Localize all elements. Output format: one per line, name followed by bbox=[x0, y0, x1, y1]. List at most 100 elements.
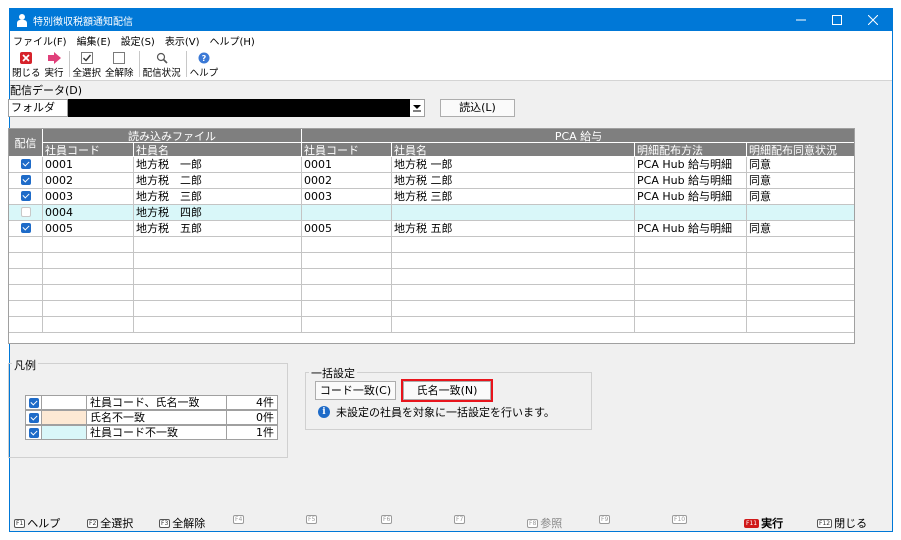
fkey-badge: F11 bbox=[744, 518, 760, 528]
legend-item: 社員コード不一致 1件 bbox=[25, 425, 278, 440]
cell-distribution-method: PCA Hub 給与明細 bbox=[635, 189, 747, 205]
cell-pca-employee-code: 0005 bbox=[302, 221, 392, 237]
close-tool-button[interactable]: 閉じる bbox=[12, 49, 41, 79]
empty-cell bbox=[134, 317, 302, 333]
cell-employee-name: 地方税 四郎 bbox=[134, 205, 302, 221]
bulk-info: i 未設定の社員を対象に一括設定を行います。 bbox=[318, 404, 555, 420]
svg-text:?: ? bbox=[202, 54, 207, 63]
empty-table-row bbox=[9, 301, 854, 317]
maximize-button[interactable] bbox=[820, 9, 854, 31]
checkbox-checked bbox=[28, 427, 39, 438]
name-match-button[interactable]: 氏名一致(N) bbox=[401, 379, 493, 402]
legend-label: 社員コード、氏名一致 bbox=[87, 396, 227, 409]
empty-box-icon bbox=[113, 51, 126, 64]
cell-pca-employee-name: 地方税 一郎 bbox=[392, 157, 635, 173]
empty-cell bbox=[43, 253, 134, 269]
folder-row: フォルダ 読込(L) bbox=[8, 99, 515, 117]
menu-view[interactable]: 表示(V) bbox=[165, 33, 200, 48]
cell-employee-code: 0004 bbox=[43, 205, 134, 221]
legend-label: 氏名不一致 bbox=[87, 411, 227, 424]
header-group-loaded-file: 読み込みファイル bbox=[43, 129, 302, 143]
folder-label: フォルダ bbox=[8, 99, 68, 117]
empty-cell bbox=[43, 269, 134, 285]
menu-help[interactable]: ヘルプ(H) bbox=[210, 33, 255, 48]
toolbar: 閉じる 実行 全選択 全解除 配信状況 ? ヘルプ bbox=[10, 49, 892, 81]
fkey-f2[interactable]: F2 全選択 bbox=[87, 515, 133, 531]
checkbox-checked[interactable] bbox=[20, 223, 31, 233]
run-tool-button[interactable]: 実行 bbox=[45, 49, 64, 79]
empty-cell bbox=[134, 301, 302, 317]
checkbox-checked[interactable] bbox=[20, 175, 31, 185]
fkey-f11[interactable]: F11 実行 bbox=[744, 515, 783, 531]
empty-cell bbox=[134, 285, 302, 301]
run-arrow-icon bbox=[47, 51, 61, 64]
fkey-label: 参照 bbox=[540, 517, 563, 530]
checkbox-checked[interactable] bbox=[20, 191, 31, 201]
empty-cell bbox=[392, 285, 635, 301]
legend-item: 社員コード、氏名一致 4件 bbox=[25, 395, 278, 410]
legend-title: 凡例 bbox=[12, 357, 38, 373]
cell-employee-code: 0005 bbox=[43, 221, 134, 237]
menu-edit[interactable]: 編集(E) bbox=[77, 33, 111, 48]
toolbar-separator bbox=[138, 51, 140, 77]
empty-cell bbox=[635, 285, 747, 301]
fkey-badge: F10 bbox=[672, 515, 688, 524]
help-question-icon: ? bbox=[197, 51, 210, 64]
cell-employee-name: 地方税 三郎 bbox=[134, 189, 302, 205]
minimize-icon bbox=[796, 19, 806, 21]
empty-cell bbox=[134, 269, 302, 285]
cell-distribution-method: PCA Hub 給与明細 bbox=[635, 157, 747, 173]
empty-cell bbox=[43, 237, 134, 253]
fkey-f12[interactable]: F12 閉じる bbox=[817, 515, 867, 531]
fkey-f4: F4 bbox=[233, 515, 246, 524]
help-tool-button[interactable]: ? ヘルプ bbox=[190, 49, 218, 79]
code-match-button[interactable]: コード一致(C) bbox=[315, 381, 396, 400]
cell-deliver-checkbox[interactable] bbox=[9, 173, 43, 189]
empty-cell bbox=[392, 253, 635, 269]
legend-item: 氏名不一致 0件 bbox=[25, 410, 278, 425]
status-tool-label: 配信状況 bbox=[142, 68, 181, 79]
run-tool-label: 実行 bbox=[44, 68, 64, 79]
cell-consent-status: 同意 bbox=[747, 189, 854, 205]
minimize-button[interactable] bbox=[784, 9, 818, 31]
cell-deliver-checkbox[interactable] bbox=[9, 157, 43, 173]
bulk-info-text: 未設定の社員を対象に一括設定を行います。 bbox=[336, 406, 555, 419]
cell-deliver-checkbox[interactable] bbox=[9, 205, 43, 221]
read-button[interactable]: 読込(L) bbox=[440, 99, 515, 117]
menu-file[interactable]: ファイル(F) bbox=[13, 33, 67, 48]
fkey-badge: F8 bbox=[527, 518, 539, 528]
close-red-icon bbox=[20, 51, 33, 64]
folder-dropdown-button[interactable] bbox=[410, 99, 425, 117]
cell-pca-employee-name: 地方税 三郎 bbox=[392, 189, 635, 205]
close-window-button[interactable] bbox=[856, 9, 890, 31]
header-deliver: 配信 bbox=[9, 129, 43, 157]
fkey-f1[interactable]: F1 ヘルプ bbox=[14, 515, 60, 531]
table-row: 0004 地方税 四郎 bbox=[9, 205, 854, 221]
legend-checkbox-cell bbox=[26, 411, 42, 424]
checkbox-checked bbox=[28, 412, 39, 423]
header-pca-employee-name: 社員名 bbox=[392, 143, 635, 157]
status-tool-button[interactable]: 配信状況 bbox=[143, 49, 181, 79]
cell-deliver-checkbox[interactable] bbox=[9, 189, 43, 205]
empty-cell bbox=[747, 301, 854, 317]
checkbox-unchecked[interactable] bbox=[20, 207, 31, 217]
menu-bar: ファイル(F) 編集(E) 設定(S) 表示(V) ヘルプ(H) bbox=[10, 31, 892, 49]
cell-deliver-checkbox[interactable] bbox=[9, 221, 43, 237]
cell-consent-status: 同意 bbox=[747, 221, 854, 237]
fkey-badge: F3 bbox=[159, 518, 171, 528]
fkey-badge: F6 bbox=[381, 515, 393, 524]
folder-path-field-redacted[interactable] bbox=[68, 99, 410, 117]
empty-cell bbox=[747, 237, 854, 253]
select-all-tool-button[interactable]: 全選択 bbox=[73, 49, 101, 79]
checkbox-checked[interactable] bbox=[20, 159, 31, 169]
fkey-f3[interactable]: F3 全解除 bbox=[159, 515, 205, 531]
fkey-badge: F9 bbox=[599, 515, 611, 524]
empty-cell bbox=[392, 269, 635, 285]
deselect-all-tool-button[interactable]: 全解除 bbox=[105, 49, 134, 79]
empty-cell bbox=[134, 253, 302, 269]
empty-cell bbox=[747, 317, 854, 333]
empty-cell bbox=[635, 237, 747, 253]
dropdown-arrow-icon bbox=[413, 105, 421, 112]
empty-table-row bbox=[9, 237, 854, 253]
menu-settings[interactable]: 設定(S) bbox=[121, 33, 155, 48]
